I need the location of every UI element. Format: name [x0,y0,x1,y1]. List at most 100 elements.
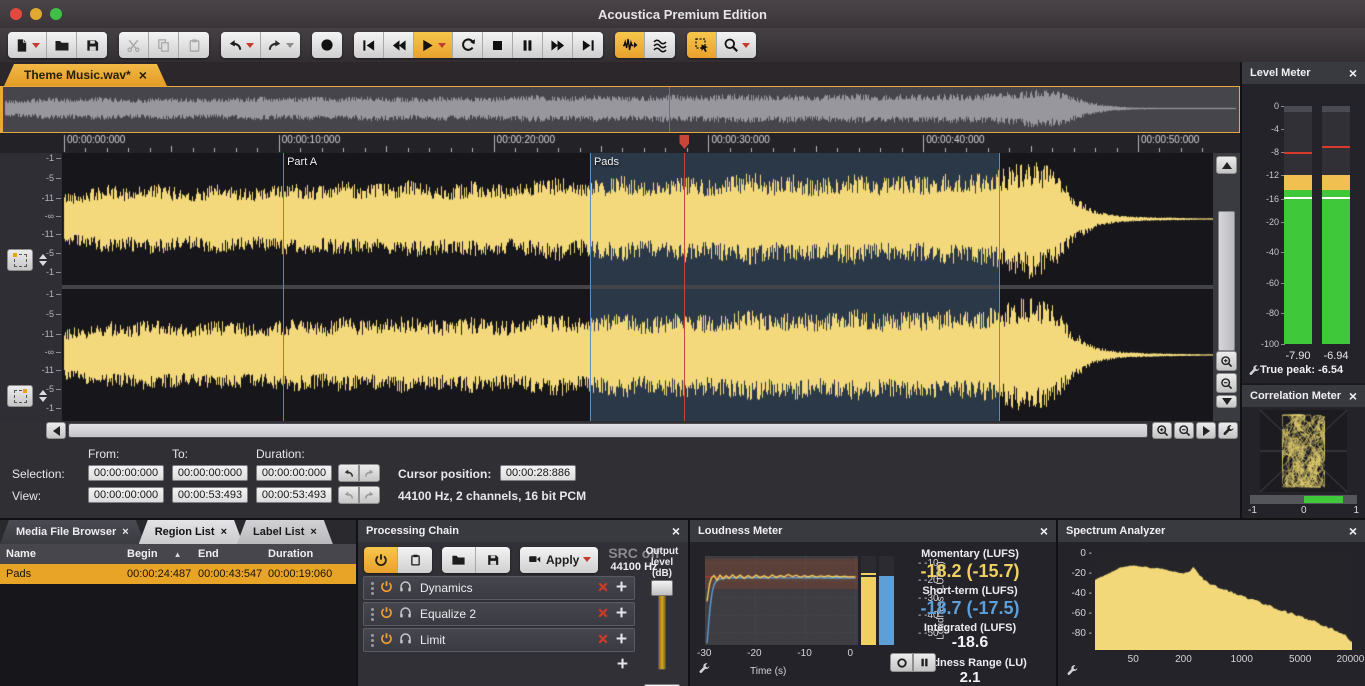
open-file-button[interactable] [47,32,77,58]
effect-delete-button[interactable] [597,633,609,648]
output-level-slider-handle[interactable] [651,580,673,596]
effect-power-button[interactable] [380,606,393,622]
apply-dropdown-icon[interactable] [583,557,591,562]
vertical-zoom-out-button[interactable] [1216,373,1237,393]
scrollbar-settings-button[interactable] [1218,422,1238,439]
effect-monitor-button[interactable] [399,606,412,622]
append-effect-button[interactable] [616,657,629,675]
chain-power-button[interactable] [364,547,398,573]
redo-dropdown-icon[interactable] [286,43,294,48]
horizontal-zoom-out-button[interactable] [1174,422,1194,439]
chain-effect-row[interactable]: Dynamics [363,576,635,600]
horizontal-scroll-thumb[interactable] [69,424,1147,437]
col-name[interactable]: Name [0,548,127,560]
marker-label-part-a[interactable]: Part A [287,156,317,168]
effect-power-button[interactable] [380,632,393,648]
go-to-end-button[interactable] [573,32,603,58]
loop-playback-button[interactable] [453,32,483,58]
effect-insert-button[interactable] [615,632,628,648]
go-to-start-button[interactable] [354,32,384,58]
chain-effect-row[interactable]: Equalize 2 [363,602,635,626]
tab-close-icon[interactable]: × [221,526,227,538]
ruler-canvas[interactable] [0,133,1240,153]
effect-insert-button[interactable] [615,606,628,622]
selection-redo-button[interactable] [359,464,380,482]
undo-dropdown-icon[interactable] [246,43,254,48]
spectrum-settings-button[interactable] [1066,664,1079,682]
drag-handle-icon[interactable] [367,634,377,647]
view-redo-button[interactable] [359,486,380,504]
rewind-button[interactable] [384,32,414,58]
new-file-button[interactable] [8,32,47,58]
view-duration-field[interactable]: 00:00:53:493 [256,487,332,503]
bottom-tab-media-file-browser[interactable]: Media File Browser× [0,520,145,544]
waveform-channel-2[interactable] [62,289,1213,421]
horizontal-scrollbar[interactable] [68,423,1148,438]
channel-1-zoom-spinner[interactable] [37,249,48,271]
channel-2-select-button[interactable] [7,385,33,407]
vertical-zoom-in-button[interactable] [1216,351,1237,371]
region-start-line[interactable] [590,153,591,421]
overview-waveform-canvas[interactable] [3,87,1237,130]
chain-save-button[interactable] [476,547,510,573]
region-end-line[interactable] [999,153,1000,421]
overview-strip[interactable] [0,86,1240,133]
new-file-dropdown-icon[interactable] [32,43,40,48]
drag-handle-icon[interactable] [367,582,377,595]
waveform-view-button[interactable] [615,32,645,58]
vertical-scrollbar[interactable] [1213,153,1240,421]
effect-insert-button[interactable] [615,580,628,596]
col-duration[interactable]: Duration [268,548,348,560]
col-end[interactable]: End [198,548,268,560]
channel-1-select-button[interactable] [7,249,33,271]
region-list-header[interactable]: Name Begin▲ End Duration [0,544,356,564]
marker-line-part-a[interactable] [283,153,284,421]
document-tab[interactable]: Theme Music.wav* × [4,64,167,86]
zoom-dropdown-icon[interactable] [742,43,750,48]
spectrum-analyzer-close-icon[interactable]: × [1349,523,1357,539]
play-dropdown-icon[interactable] [438,43,446,48]
pause-button[interactable] [513,32,543,58]
processing-chain-close-icon[interactable]: × [672,523,680,539]
output-level-slider[interactable] [658,588,666,670]
close-window-button[interactable] [10,8,22,20]
scroll-up-button[interactable] [1216,156,1237,174]
drag-handle-icon[interactable] [367,608,377,621]
chain-copy-button[interactable] [398,547,432,573]
zoom-tool-button[interactable] [717,32,756,58]
effect-power-button[interactable] [380,580,393,596]
fast-forward-button[interactable] [543,32,573,58]
region-label-pads[interactable]: Pads [594,156,619,168]
spectral-view-button[interactable] [645,32,675,58]
chain-effect-row[interactable]: Limit [363,628,635,652]
document-tab-close-icon[interactable]: × [139,68,147,82]
cut-button[interactable] [119,32,149,58]
level-meter-close-icon[interactable]: × [1349,65,1357,81]
correlation-meter-close-icon[interactable]: × [1349,388,1357,404]
paste-button[interactable] [179,32,209,58]
waveform-channel-1[interactable] [62,153,1213,285]
horizontal-zoom-in-button[interactable] [1152,422,1172,439]
zoom-window-button[interactable] [50,8,62,20]
timeline-ruler[interactable] [0,133,1240,153]
undo-button[interactable] [221,32,261,58]
copy-button[interactable] [149,32,179,58]
redo-button[interactable] [261,32,300,58]
selection-undo-button[interactable] [338,464,359,482]
cursor-position-field[interactable]: 00:00:28:886 [500,465,576,481]
loudness-pause-button[interactable] [913,653,936,672]
selection-duration-field[interactable]: 00:00:00:000 [256,465,332,481]
scroll-left-button[interactable] [46,422,66,439]
play-button[interactable] [414,32,453,58]
scroll-down-button[interactable] [1216,395,1237,408]
selection-tool-button[interactable] [687,32,717,58]
record-button[interactable] [312,32,342,58]
tab-close-icon[interactable]: × [310,526,316,538]
view-undo-button[interactable] [338,486,359,504]
loudness-settings-button[interactable] [698,662,711,680]
selection-from-field[interactable]: 00:00:00:000 [88,465,164,481]
bottom-tab-label-list[interactable]: Label List× [237,520,333,544]
channel-2-zoom-spinner[interactable] [37,385,48,407]
col-begin[interactable]: Begin▲ [127,548,198,560]
selection-to-field[interactable]: 00:00:00:000 [172,465,248,481]
